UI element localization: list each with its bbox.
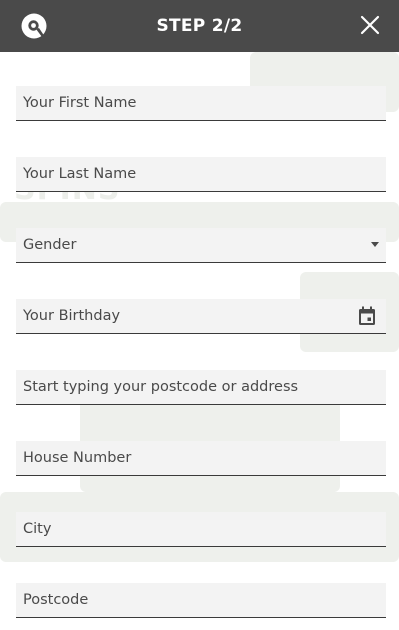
house-number-input[interactable]: House Number <box>16 441 386 476</box>
birthday-input[interactable]: Your Birthday <box>16 299 386 334</box>
gender-select[interactable]: Gender <box>16 228 386 263</box>
last-name-placeholder: Your Last Name <box>23 166 137 182</box>
registration-modal: SPINS STEP 2/2 Your First Name Your Last… <box>0 0 399 630</box>
house-number-placeholder: House Number <box>23 450 132 466</box>
modal-header: STEP 2/2 <box>0 0 399 52</box>
postcode-placeholder: Postcode <box>23 592 89 608</box>
last-name-input[interactable]: Your Last Name <box>16 157 386 192</box>
close-icon[interactable] <box>359 14 381 36</box>
brand-q-logo-icon <box>21 13 47 39</box>
address-search-input[interactable]: Start typing your postcode or address <box>16 370 386 405</box>
birthday-placeholder: Your Birthday <box>23 308 121 324</box>
first-name-placeholder: Your First Name <box>23 95 137 111</box>
calendar-icon[interactable] <box>358 306 376 326</box>
city-placeholder: City <box>23 521 52 537</box>
modal-title: STEP 2/2 <box>156 16 243 36</box>
gender-placeholder: Gender <box>23 237 77 253</box>
first-name-input[interactable]: Your First Name <box>16 86 386 121</box>
postcode-input[interactable]: Postcode <box>16 583 386 618</box>
chevron-down-icon <box>371 242 379 247</box>
city-input[interactable]: City <box>16 512 386 547</box>
address-search-placeholder: Start typing your postcode or address <box>23 379 299 395</box>
